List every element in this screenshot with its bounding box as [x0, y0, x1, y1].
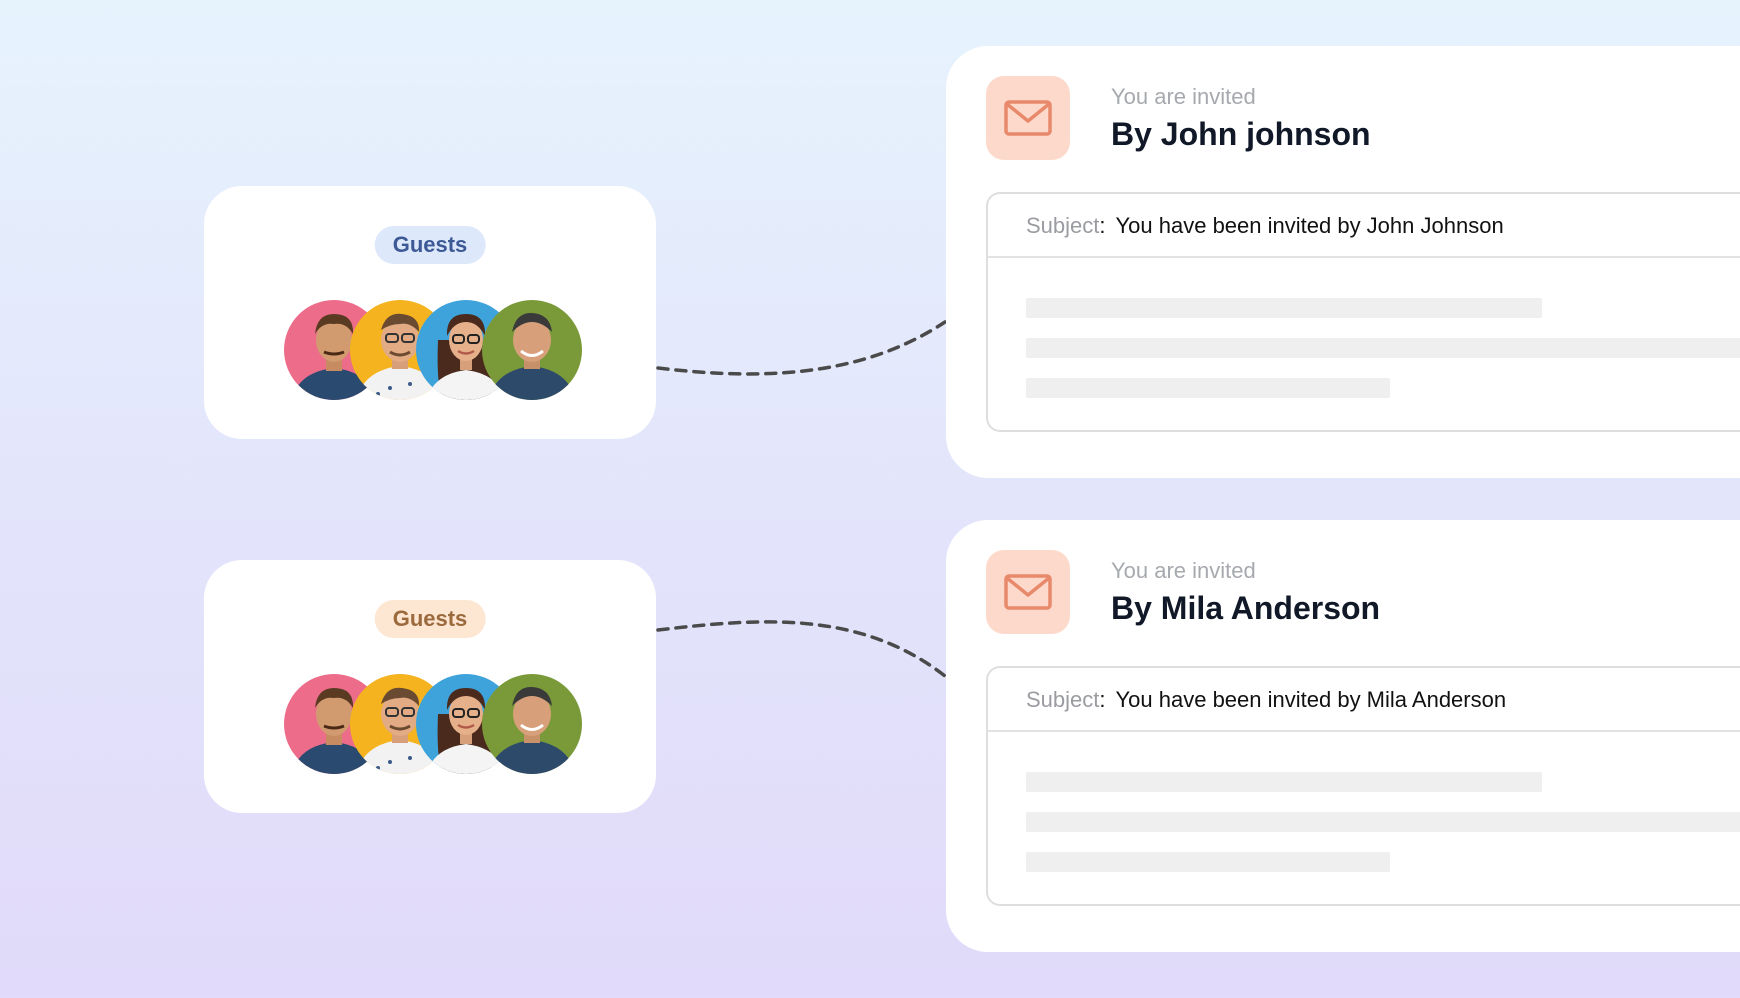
email-preview[interactable]: Subject: You have been invited by Mila An…	[986, 666, 1740, 906]
invite-kicker: You are invited	[1111, 558, 1256, 583]
connector-bottom	[656, 620, 947, 678]
guests-badge: Guests	[374, 226, 486, 264]
connector-top	[656, 320, 947, 376]
invite-card-2[interactable]: You are invited By Mila Anderson Subject…	[946, 520, 1740, 952]
guests-card-1[interactable]: Guests	[204, 186, 656, 439]
subject-label: Subject	[1026, 213, 1100, 238]
body-placeholder-line	[1026, 772, 1542, 792]
invite-title: By Mila Anderson	[1111, 590, 1381, 626]
subject-row: Subject: You have been invited by Mila An…	[988, 668, 1740, 732]
subject-value: You have been invited by Mila Anderson	[1115, 687, 1507, 712]
body-placeholder-line	[1026, 852, 1390, 872]
guests-badge: Guests	[374, 600, 486, 638]
subject-colon: :	[1099, 213, 1106, 238]
body-placeholder-line	[1026, 812, 1740, 832]
invite-title: By John johnson	[1111, 116, 1371, 152]
subject-row: Subject: You have been invited by John Jo…	[988, 194, 1740, 258]
mail-icon	[1004, 574, 1052, 610]
avatar-group[interactable]	[284, 674, 584, 774]
body-placeholder-line	[1026, 378, 1390, 398]
invite-card-1[interactable]: You are invited By John johnson Subject:…	[946, 46, 1740, 478]
mail-badge	[986, 76, 1070, 160]
guests-card-2[interactable]: Guests	[204, 560, 656, 813]
mail-badge	[986, 550, 1070, 634]
body-placeholder-line	[1026, 338, 1740, 358]
body-placeholder-line	[1026, 298, 1542, 318]
avatar	[482, 674, 582, 774]
avatar-group[interactable]	[284, 300, 584, 400]
subject-colon: :	[1099, 687, 1106, 712]
subject-label: Subject	[1026, 687, 1100, 712]
invite-kicker: You are invited	[1111, 84, 1256, 109]
email-preview[interactable]: Subject: You have been invited by John Jo…	[986, 192, 1740, 432]
subject-value: You have been invited by John Johnson	[1115, 213, 1504, 238]
mail-icon	[1004, 100, 1052, 136]
avatar	[482, 300, 582, 400]
